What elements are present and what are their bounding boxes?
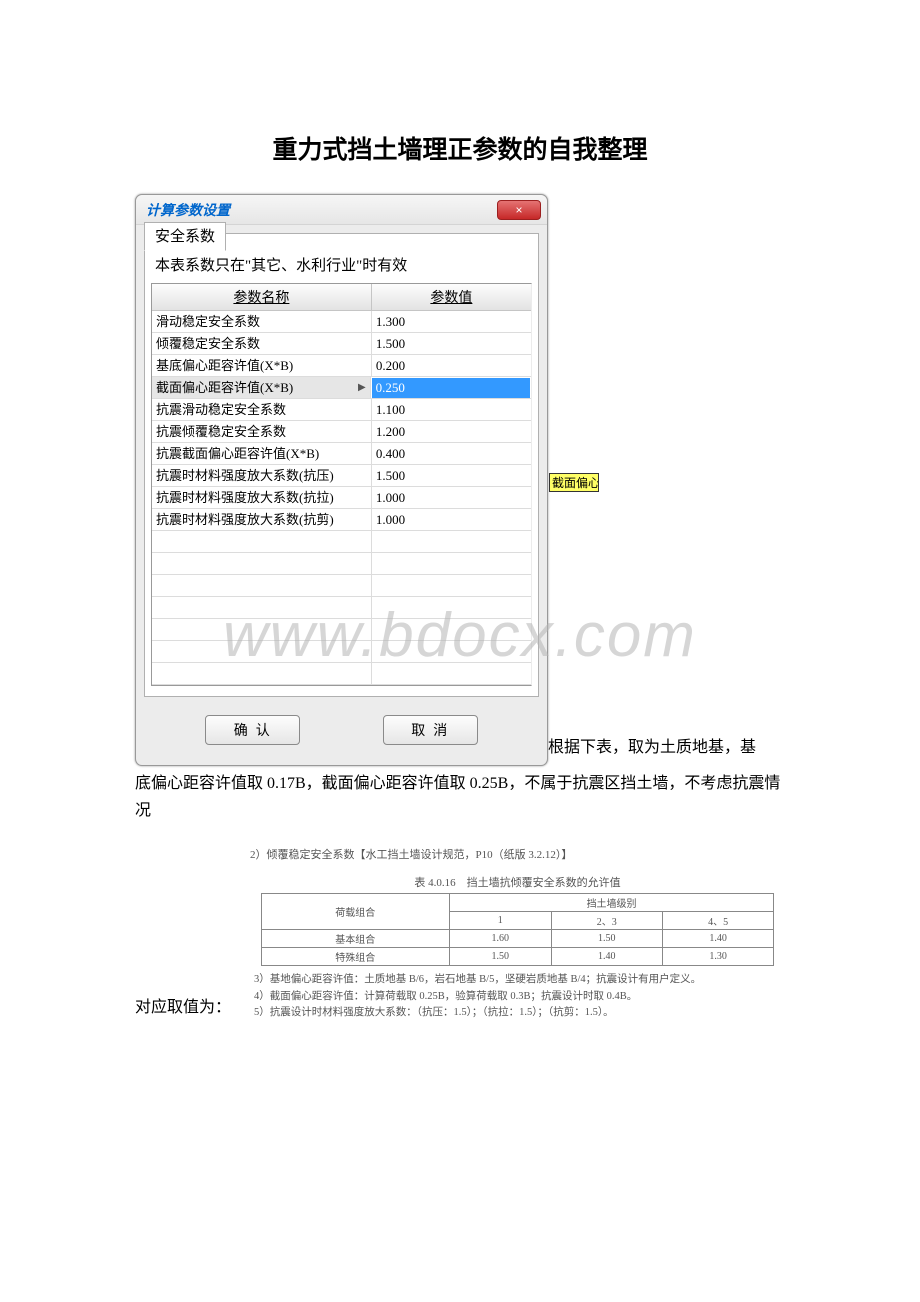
table-row[interactable]: 抗震时材料强度放大系数(抗拉)1.000 bbox=[152, 487, 531, 509]
table-row[interactable]: 倾覆稳定安全系数1.500 bbox=[152, 333, 531, 355]
title-bar: 计算参数设置 × bbox=[136, 195, 547, 225]
param-value-cell[interactable]: 0.400 bbox=[372, 443, 531, 464]
tab-safety-factor[interactable]: 安全系数 bbox=[144, 222, 226, 251]
param-value-cell bbox=[372, 641, 531, 662]
param-value-cell bbox=[372, 531, 531, 552]
param-name-cell bbox=[152, 553, 372, 574]
param-name-cell: 滑动稳定安全系数 bbox=[152, 311, 372, 332]
param-name-cell bbox=[152, 575, 372, 596]
body-paragraph: 底偏心距容许值取 0.17B，截面偏心距容许值取 0.25B，不属于抗震区挡土墙… bbox=[135, 770, 785, 824]
dialog-title-text: 计算参数设置 bbox=[146, 200, 230, 220]
table-row-empty bbox=[152, 531, 531, 553]
spec-cell: 1.30 bbox=[662, 948, 773, 966]
param-value-cell[interactable]: 1.000 bbox=[372, 487, 531, 508]
page-title: 重力式挡土墙理正参数的自我整理 bbox=[135, 130, 785, 166]
param-value-cell bbox=[372, 619, 531, 640]
table-row[interactable]: 截面偏心距容许值(X*B)▶0.250 bbox=[152, 377, 531, 399]
dialog-window: 计算参数设置 × 安全系数 本表系数只在"其它、水利行业"时有效 参数名称 参数… bbox=[135, 194, 548, 766]
param-name-cell: 抗震截面偏心距容许值(X*B) bbox=[152, 443, 372, 464]
param-value-cell bbox=[372, 575, 531, 596]
row-indicator-icon: ▶ bbox=[358, 377, 366, 399]
table-row[interactable]: 抗震滑动稳定安全系数1.100 bbox=[152, 399, 531, 421]
param-name-cell bbox=[152, 531, 372, 552]
grid-header: 参数名称 参数值 bbox=[152, 284, 531, 311]
tab-panel: 安全系数 本表系数只在"其它、水利行业"时有效 参数名称 参数值 滑动稳定安全系… bbox=[144, 233, 539, 697]
spec-note-4: 4）截面偏心距容许值：计算荷载取 0.25B，验算荷载取 0.3B；抗震设计时取… bbox=[254, 989, 785, 1005]
param-name-cell bbox=[152, 619, 372, 640]
spec-cell: 1.50 bbox=[551, 930, 662, 948]
param-name-cell bbox=[152, 641, 372, 662]
param-name-cell: 截面偏心距容许值(X*B)▶ bbox=[152, 377, 371, 398]
cancel-button[interactable]: 取消 bbox=[383, 715, 478, 745]
spec-row: 基本组合1.601.501.40 bbox=[261, 930, 774, 948]
header-param-name: 参数名称 bbox=[152, 284, 372, 310]
param-value-cell bbox=[372, 553, 531, 574]
spec-note-3: 3）基地偏心距容许值：土质地基 B/6，岩石地基 B/5，坚硬岩质地基 B/4；… bbox=[254, 972, 785, 988]
param-value-cell[interactable]: 1.100 bbox=[372, 399, 531, 420]
param-name-cell: 倾覆稳定安全系数 bbox=[152, 333, 372, 354]
spec-table-title: 表 4.0.16 挡土墙抗倾覆安全系数的允许值 bbox=[250, 874, 785, 890]
ok-button[interactable]: 确认 bbox=[205, 715, 300, 745]
param-value-cell bbox=[372, 597, 531, 618]
table-row-empty bbox=[152, 575, 531, 597]
spec-cell: 1.60 bbox=[449, 930, 551, 948]
param-name-cell: 抗震时材料强度放大系数(抗压) bbox=[152, 465, 372, 486]
header-param-value: 参数值 bbox=[372, 284, 531, 310]
spec-row-label: 特殊组合 bbox=[261, 948, 449, 966]
param-name-cell: 抗震时材料强度放大系数(抗剪) bbox=[152, 509, 372, 530]
param-name-cell bbox=[152, 597, 372, 618]
spec-col-header: 4、5 bbox=[662, 912, 773, 930]
table-row-empty bbox=[152, 619, 531, 641]
table-row-empty bbox=[152, 663, 531, 685]
param-value-cell[interactable]: 1.500 bbox=[372, 333, 531, 354]
spec-note-5: 5）抗震设计时材料强度放大系数：（抗压：1.5）；（抗拉：1.5）；（抗剪：1.… bbox=[254, 1005, 785, 1021]
param-name-cell bbox=[152, 663, 372, 684]
table-row-empty bbox=[152, 641, 531, 663]
bottom-label: 对应取值为： bbox=[135, 994, 250, 1021]
table-row[interactable]: 滑动稳定安全系数1.300 bbox=[152, 311, 531, 333]
table-row-empty bbox=[152, 553, 531, 575]
side-paragraph-prefix: 根据下表，取为土质地基，基 bbox=[548, 732, 756, 766]
table-row[interactable]: 抗震截面偏心距容许值(X*B)0.400 bbox=[152, 443, 531, 465]
param-name-cell: 基底偏心距容许值(X*B) bbox=[152, 355, 372, 376]
spec-th-level: 挡土墙级别 bbox=[449, 894, 773, 912]
parameter-grid: 参数名称 参数值 滑动稳定安全系数1.300倾覆稳定安全系数1.500基底偏心距… bbox=[151, 283, 532, 686]
spec-cell: 1.40 bbox=[662, 930, 773, 948]
spec-col-header: 1 bbox=[449, 912, 551, 930]
close-button[interactable]: × bbox=[497, 200, 541, 220]
param-value-cell[interactable]: 1.500 bbox=[372, 465, 531, 486]
spec-cell: 1.50 bbox=[449, 948, 551, 966]
spec-table: 荷载组合 挡土墙级别 12、34、5 基本组合1.601.501.40特殊组合1… bbox=[261, 893, 775, 966]
spec-caption-2: 2）倾覆稳定安全系数【水工挡土墙设计规范，P10（纸版 3.2.12）】 bbox=[250, 846, 785, 862]
param-name-cell: 抗震倾覆稳定安全系数 bbox=[152, 421, 372, 442]
param-value-cell[interactable]: 1.000 bbox=[372, 509, 531, 530]
table-row[interactable]: 抗震时材料强度放大系数(抗压)1.500 bbox=[152, 465, 531, 487]
spec-cell: 1.40 bbox=[551, 948, 662, 966]
spec-col-header: 2、3 bbox=[551, 912, 662, 930]
spec-excerpt: 2）倾覆稳定安全系数【水工挡土墙设计规范，P10（纸版 3.2.12）】 表 4… bbox=[250, 846, 785, 1021]
param-name-cell: 抗震滑动稳定安全系数 bbox=[152, 399, 372, 420]
yellow-tooltip: 截面偏心距 bbox=[549, 473, 599, 492]
table-row[interactable]: 抗震时材料强度放大系数(抗剪)1.000 bbox=[152, 509, 531, 531]
param-value-cell[interactable]: 0.200 bbox=[372, 355, 531, 376]
param-value-cell bbox=[372, 663, 531, 684]
spec-th-loadcomb: 荷载组合 bbox=[261, 894, 449, 930]
spec-row: 特殊组合1.501.401.30 bbox=[261, 948, 774, 966]
spec-row-label: 基本组合 bbox=[261, 930, 449, 948]
param-value-cell[interactable]: 0.250 bbox=[372, 378, 530, 398]
table-row-empty bbox=[152, 597, 531, 619]
param-name-cell: 抗震时材料强度放大系数(抗拉) bbox=[152, 487, 372, 508]
param-value-cell[interactable]: 1.200 bbox=[372, 421, 531, 442]
param-value-cell[interactable]: 1.300 bbox=[372, 311, 531, 332]
table-row[interactable]: 基底偏心距容许值(X*B)0.200 bbox=[152, 355, 531, 377]
note-line: 本表系数只在"其它、水利行业"时有效 bbox=[155, 254, 530, 275]
table-row[interactable]: 抗震倾覆稳定安全系数1.200 bbox=[152, 421, 531, 443]
